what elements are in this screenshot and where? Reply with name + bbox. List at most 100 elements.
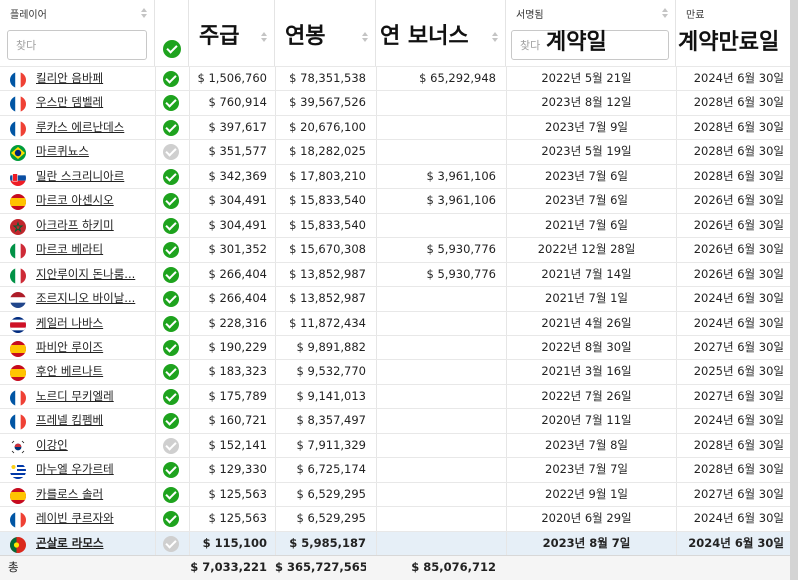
netherlands-flag-icon bbox=[10, 292, 26, 309]
weekly-cell: $ 190,229 bbox=[208, 339, 267, 354]
expiry-cell: 2024년 6월 30일 bbox=[693, 291, 784, 306]
bonus-cell bbox=[376, 116, 496, 140]
player-name-link[interactable]: 이강인 bbox=[36, 434, 148, 458]
column-divider bbox=[155, 311, 156, 336]
signed-header-small-label: 서명됨 bbox=[516, 10, 544, 21]
signed-cell: 2021년 7월 1일 bbox=[545, 291, 628, 306]
check-circle-icon[interactable] bbox=[163, 413, 179, 430]
totals-label: 총 bbox=[8, 560, 19, 574]
player-name-link[interactable]: 밀란 스크리니아르 bbox=[36, 165, 148, 189]
player-name-link[interactable]: 곤살로 라모스 bbox=[36, 532, 148, 556]
italy-flag-icon bbox=[10, 267, 26, 284]
check-circle-disabled-icon[interactable] bbox=[163, 437, 179, 454]
table-row[interactable]: 우스만 뎀벨레 $ 760,914 $ 39,567,526 2023년 8월 12일… bbox=[0, 90, 798, 116]
table-row[interactable]: 곤살로 라모스 $ 115,100 $ 5,985,187 2023년 8월 7일 20… bbox=[0, 530, 798, 556]
signed-cell: 2023년 7월 8일 bbox=[545, 437, 628, 452]
annual-cell: $ 15,833,540 bbox=[289, 193, 366, 208]
check-circle-icon[interactable] bbox=[163, 462, 179, 479]
player-name-link[interactable]: 파비안 루이즈 bbox=[36, 336, 148, 360]
table-row[interactable]: 이강인 $ 152,141 $ 7,911,329 2023년 7월 8일 2028년 … bbox=[0, 432, 798, 458]
check-circle-icon[interactable] bbox=[163, 511, 179, 528]
check-all-icon[interactable] bbox=[163, 40, 181, 58]
player-name-link[interactable]: 킬리안 음바페 bbox=[36, 67, 148, 91]
table-row[interactable]: 케일러 나바스 $ 228,316 $ 11,872,434 2021년 4월 26일… bbox=[0, 310, 798, 336]
annual-cell: $ 9,141,013 bbox=[296, 388, 367, 403]
weekly-column-header[interactable]: 주급 bbox=[189, 0, 275, 66]
annual-cell: $ 9,891,882 bbox=[296, 339, 367, 354]
check-circle-icon[interactable] bbox=[163, 217, 179, 234]
column-divider bbox=[155, 384, 156, 409]
check-circle-icon[interactable] bbox=[163, 71, 179, 87]
check-circle-icon[interactable] bbox=[163, 388, 179, 405]
player-name-link[interactable]: 케일러 나바스 bbox=[36, 312, 148, 336]
check-circle-icon[interactable] bbox=[163, 486, 179, 503]
player-name-link[interactable]: 조르지니오 바이날... bbox=[36, 287, 148, 311]
weekly-cell: $ 160,721 bbox=[208, 413, 267, 428]
signed-cell: 2020년 6월 29일 bbox=[541, 511, 632, 526]
player-name-link[interactable]: 지안루이지 돈나룸... bbox=[36, 263, 148, 287]
bonus-header-label: 연 보너스 bbox=[380, 24, 469, 49]
check-circle-icon[interactable] bbox=[163, 95, 179, 112]
bonus-cell bbox=[376, 91, 496, 115]
annual-column-header[interactable]: 연봉 bbox=[275, 0, 376, 66]
table-row[interactable]: 레이빈 쿠르자와 $ 125,563 $ 6,529,295 2020년 6월 29일… bbox=[0, 506, 798, 532]
table-row[interactable]: 지안루이지 돈나룸... $ 266,404 $ 13,852,987 $ 5,930… bbox=[0, 261, 798, 287]
check-circle-icon[interactable] bbox=[163, 339, 179, 356]
weekly-header-label: 주급 bbox=[199, 24, 240, 49]
player-search-input[interactable] bbox=[7, 30, 147, 60]
weekly-cell: $ 397,617 bbox=[208, 119, 267, 134]
player-name-link[interactable]: 카를로스 솔러 bbox=[36, 483, 148, 507]
table-row[interactable]: 마르코 베라티 $ 301,352 $ 15,670,308 $ 5,930,776 2… bbox=[0, 237, 798, 263]
player-name-link[interactable]: 루카스 에르난데스 bbox=[36, 116, 148, 140]
check-circle-icon[interactable] bbox=[163, 364, 179, 381]
player-name-link[interactable]: 아크라프 하키미 bbox=[36, 214, 148, 238]
expiry-cell: 2024년 6월 30일 bbox=[693, 413, 784, 428]
weekly-cell: $ 228,316 bbox=[208, 315, 267, 330]
signed-cell: 2022년 9월 1일 bbox=[545, 486, 628, 501]
expiry-header-label: 계약만료일 bbox=[678, 30, 780, 55]
player-name-link[interactable]: 마르퀴뇨스 bbox=[36, 140, 148, 164]
player-name-link[interactable]: 프레넬 킴펨베 bbox=[36, 409, 148, 433]
check-circle-disabled-icon[interactable] bbox=[163, 144, 179, 161]
player-name-link[interactable]: 마누엘 우가르테 bbox=[36, 458, 148, 482]
check-circle-icon[interactable] bbox=[163, 266, 179, 283]
table-row[interactable]: 카를로스 솔러 $ 125,563 $ 6,529,295 2022년 9월 1일 20… bbox=[0, 481, 798, 507]
player-name-link[interactable]: 우스만 뎀벨레 bbox=[36, 91, 148, 115]
column-divider bbox=[155, 189, 156, 214]
player-name-link[interactable]: 마르코 베라티 bbox=[36, 238, 148, 262]
expiry-cell: 2028년 6월 30일 bbox=[693, 119, 784, 134]
table-row[interactable]: 노르디 무키엘레 $ 175,789 $ 9,141,013 2022년 7월 26일… bbox=[0, 383, 798, 409]
check-circle-disabled-icon[interactable] bbox=[163, 535, 179, 552]
check-circle-icon[interactable] bbox=[163, 193, 179, 210]
check-circle-icon[interactable] bbox=[163, 168, 179, 185]
table-row[interactable]: 프레넬 킴펨베 $ 160,721 $ 8,357,497 2020년 7월 11일 2… bbox=[0, 408, 798, 434]
player-name-link[interactable]: 레이빈 쿠르자와 bbox=[36, 507, 148, 531]
bonus-cell bbox=[376, 312, 496, 336]
table-row[interactable]: 후안 베르나트 $ 183,323 $ 9,532,770 2021년 3월 16일 2… bbox=[0, 359, 798, 385]
bonus-column-header[interactable]: 연 보너스 bbox=[376, 0, 506, 66]
weekly-cell: $ 183,323 bbox=[208, 364, 267, 379]
table-row[interactable]: 조르지니오 바이날... $ 266,404 $ 13,852,987 2021년 7… bbox=[0, 286, 798, 312]
check-circle-icon[interactable] bbox=[163, 291, 179, 308]
table-row[interactable]: 마르코 아센시오 $ 304,491 $ 15,833,540 $ 3,961,106… bbox=[0, 188, 798, 214]
player-name-link[interactable]: 후안 베르나트 bbox=[36, 360, 148, 384]
check-circle-icon[interactable] bbox=[163, 119, 179, 136]
player-name-link[interactable]: 노르디 무키엘레 bbox=[36, 385, 148, 409]
expiry-cell: 2027년 6월 30일 bbox=[693, 486, 784, 501]
annual-cell: $ 7,911,329 bbox=[296, 437, 367, 452]
table-row[interactable]: 밀란 스크리니아르 $ 342,369 $ 17,803,210 $ 3,961,10… bbox=[0, 163, 798, 189]
signed-cell: 2023년 8월 12일 bbox=[541, 95, 632, 110]
scrollbar-track[interactable] bbox=[790, 0, 798, 580]
table-row[interactable]: 루카스 에르난데스 $ 397,617 $ 20,676,100 2023년 7월 9… bbox=[0, 114, 798, 140]
table-row[interactable]: 마누엘 우가르테 $ 129,330 $ 6,725,174 2023년 7월 7일 2… bbox=[0, 457, 798, 483]
table-row[interactable]: 킬리안 음바페 $ 1,506,760 $ 78,351,538 $ 65,292,9… bbox=[0, 66, 798, 91]
check-circle-icon[interactable] bbox=[163, 315, 179, 332]
expiry-cell: 2024년 6월 30일 bbox=[688, 535, 784, 550]
signed-cell: 2021년 7월 6일 bbox=[545, 217, 628, 232]
table-row[interactable]: 아크라프 하키미 $ 304,491 $ 15,833,540 2021년 7월 6일… bbox=[0, 212, 798, 238]
table-row[interactable]: 파비안 루이즈 $ 190,229 $ 9,891,882 2022년 8월 30일 2… bbox=[0, 334, 798, 360]
table-row[interactable]: 마르퀴뇨스 $ 351,577 $ 18,282,025 2023년 5월 19일 20… bbox=[0, 139, 798, 165]
player-name-link[interactable]: 마르코 아센시오 bbox=[36, 189, 148, 213]
signed-cell: 2023년 7월 6일 bbox=[545, 193, 628, 208]
check-circle-icon[interactable] bbox=[163, 242, 179, 259]
